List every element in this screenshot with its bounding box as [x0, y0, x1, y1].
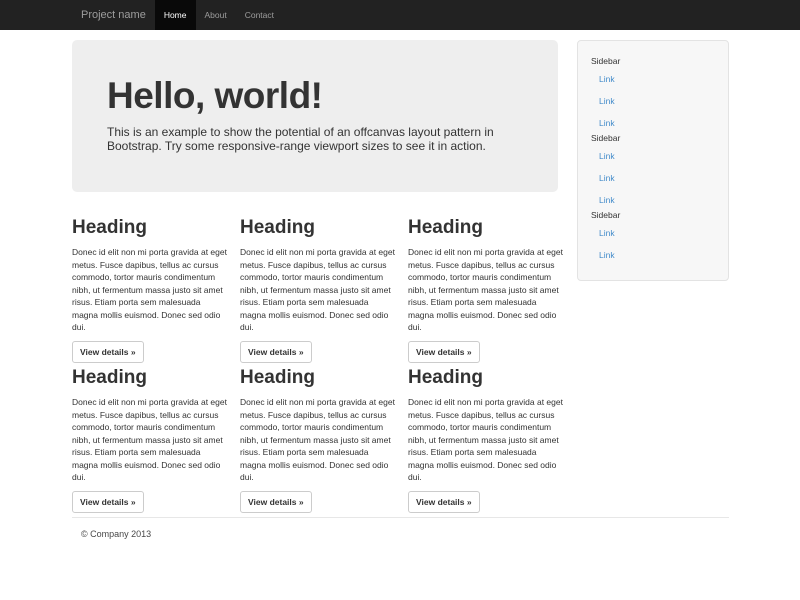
card-heading: Heading: [72, 368, 228, 388]
card-text: Donec id elit non mi porta gravida at eg…: [240, 246, 396, 334]
jumbotron: Hello, world! This is an example to show…: [72, 40, 558, 192]
jumbotron-lead: This is an example to show the potential…: [107, 126, 538, 153]
content-row-2: Heading Donec id elit non mi porta gravi…: [72, 355, 564, 513]
content-card: Heading Donec id elit non mi porta gravi…: [408, 205, 564, 363]
content-row-1: Heading Donec id elit non mi porta gravi…: [72, 205, 564, 363]
card-text: Donec id elit non mi porta gravida at eg…: [72, 396, 228, 484]
page-title: Hello, world!: [107, 76, 538, 115]
card-text: Donec id elit non mi porta gravida at eg…: [72, 246, 228, 334]
sidebar-group-1: Sidebar Link Link Link: [578, 55, 728, 129]
sidebar-heading: Sidebar: [578, 209, 728, 221]
sidebar-panel: Sidebar Link Link Link Sidebar Link Link…: [577, 40, 729, 281]
content-card: Heading Donec id elit non mi porta gravi…: [72, 205, 228, 363]
copyright-text: © Company 2013: [81, 528, 151, 540]
sidebar-link[interactable]: Link: [578, 95, 728, 107]
navbar: Project name Home About Contact: [0, 0, 800, 30]
content-card: Heading Donec id elit non mi porta gravi…: [408, 355, 564, 513]
card-text: Donec id elit non mi porta gravida at eg…: [408, 246, 564, 334]
content-card: Heading Donec id elit non mi porta gravi…: [240, 205, 396, 363]
card-heading: Heading: [240, 218, 396, 238]
sidebar-link[interactable]: Link: [578, 73, 728, 85]
nav-item-home[interactable]: Home: [155, 0, 196, 30]
card-heading: Heading: [72, 218, 228, 238]
nav-item-contact[interactable]: Contact: [236, 0, 283, 30]
card-heading: Heading: [408, 218, 564, 238]
sidebar-link[interactable]: Link: [578, 227, 728, 239]
view-details-button[interactable]: View details »: [72, 491, 144, 513]
view-details-button[interactable]: View details »: [408, 491, 480, 513]
content-card: Heading Donec id elit non mi porta gravi…: [240, 355, 396, 513]
sidebar-group-3: Sidebar Link Link: [578, 209, 728, 261]
sidebar-link[interactable]: Link: [578, 172, 728, 184]
sidebar-link[interactable]: Link: [578, 117, 728, 129]
navbar-container: Project name Home About Contact: [0, 0, 800, 30]
navbar-brand[interactable]: Project name: [81, 0, 146, 30]
footer-divider: [72, 517, 729, 518]
content-card: Heading Donec id elit non mi porta gravi…: [72, 355, 228, 513]
sidebar-link[interactable]: Link: [578, 194, 728, 206]
card-text: Donec id elit non mi porta gravida at eg…: [240, 396, 396, 484]
card-text: Donec id elit non mi porta gravida at eg…: [408, 396, 564, 484]
sidebar-link[interactable]: Link: [578, 249, 728, 261]
view-details-button[interactable]: View details »: [240, 491, 312, 513]
card-heading: Heading: [408, 368, 564, 388]
sidebar-link[interactable]: Link: [578, 150, 728, 162]
sidebar-heading: Sidebar: [578, 55, 728, 67]
card-heading: Heading: [240, 368, 396, 388]
nav-item-about[interactable]: About: [196, 0, 236, 30]
sidebar-heading: Sidebar: [578, 132, 728, 144]
navbar-nav: Home About Contact: [155, 0, 283, 30]
sidebar-group-2: Sidebar Link Link Link: [578, 132, 728, 206]
